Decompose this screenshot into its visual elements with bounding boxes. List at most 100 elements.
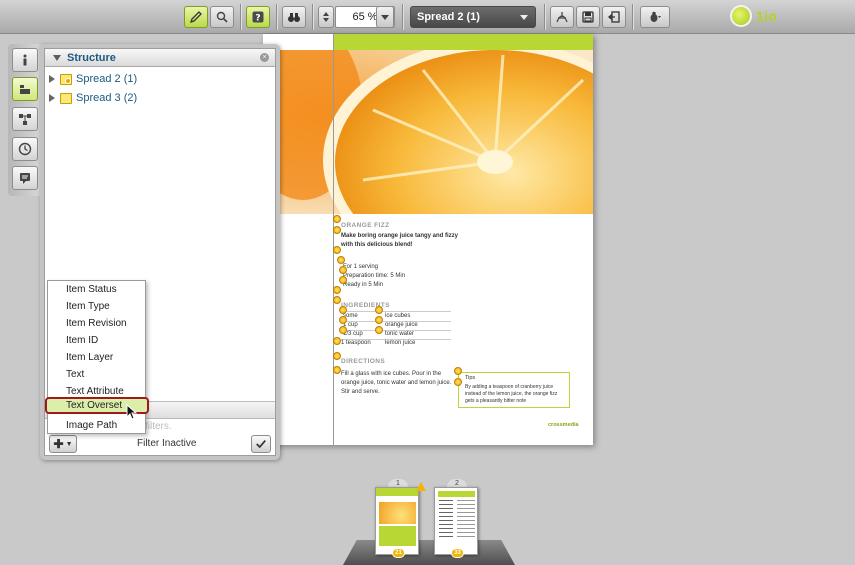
tab-history[interactable] (12, 137, 38, 161)
directions-title: DIRECTIONS (341, 358, 386, 365)
zoom-stepper[interactable] (318, 6, 334, 28)
folder-warning-icon (60, 73, 72, 85)
toolbar-separator (402, 4, 403, 30)
debug-menu-button[interactable] (640, 6, 670, 28)
toolbar-separator (544, 4, 545, 30)
chevron-down-icon (381, 15, 389, 20)
recipe-info-line: For 1 serving (343, 264, 379, 270)
tab-flow[interactable] (12, 107, 38, 131)
menu-item-item-revision[interactable]: Item Revision (48, 315, 145, 332)
edit-pencil-button[interactable] (184, 6, 208, 28)
flow-icon (19, 114, 31, 125)
overset-warning-icon[interactable] (333, 215, 341, 223)
zoom-dropdown-button[interactable] (376, 6, 394, 28)
overset-warning-icon[interactable] (375, 326, 383, 334)
binoculars-icon (288, 13, 300, 22)
filter-placeholder: filters. (145, 421, 172, 432)
orange-photo (263, 50, 593, 214)
menu-item-item-type[interactable]: Item Type (48, 298, 145, 315)
tab-comments[interactable] (12, 166, 38, 190)
footer-brand: crossmedia (548, 422, 579, 428)
thumbnail-text (439, 500, 453, 540)
tree-item-label: Spread 2 (1) (76, 73, 138, 85)
overset-warning-icon[interactable] (375, 316, 383, 324)
overset-warning-icon[interactable] (333, 286, 341, 294)
overset-warning-icon[interactable] (333, 296, 341, 304)
directions-line: orange juice, tonic water and lemon juic… (341, 380, 452, 386)
overset-warning-icon[interactable] (333, 246, 341, 254)
apply-filter-button[interactable] (251, 435, 271, 453)
overset-warning-icon[interactable] (339, 326, 347, 334)
overset-warning-icon[interactable] (337, 256, 345, 264)
tip-box[interactable]: Tips By adding a teaspoon of cranberry j… (458, 372, 570, 408)
tree-item-spread-3[interactable]: Spread 3 (2) (49, 90, 137, 106)
spread-thumbnail[interactable]: 33 (434, 487, 478, 558)
overset-warning-icon[interactable] (333, 226, 341, 234)
collapse-triangle-icon[interactable] (53, 54, 61, 61)
tab-info[interactable] (12, 48, 38, 72)
side-tab-bar (8, 44, 42, 196)
spread-select[interactable]: Spread 2 (1) (410, 6, 536, 28)
overset-warning-icon[interactable] (339, 276, 347, 284)
zoom-value: 65 % (352, 11, 378, 23)
toolbar: ? 65 % Spread 2 (1) 1io (0, 0, 855, 34)
overset-warning-icon[interactable] (339, 316, 347, 324)
find-button[interactable] (282, 6, 306, 28)
overset-warning-icon[interactable] (333, 352, 341, 360)
tip-line: By adding a teaspoon of cranberry juice (465, 384, 554, 390)
recipe-title: ORANGE FIZZ (341, 222, 390, 229)
panel-title: Structure (67, 51, 116, 64)
ingredient-item: orange juice (385, 322, 418, 328)
menu-item-item-status[interactable]: Item Status (48, 281, 145, 298)
menu-item-item-id[interactable]: Item ID (48, 332, 145, 349)
bug-icon (650, 11, 661, 22)
table-rule (341, 311, 451, 312)
close-icon[interactable]: × (260, 53, 269, 62)
stepper-arrows-icon (323, 12, 329, 22)
svg-text:?: ? (255, 14, 260, 24)
document-page[interactable]: ORANGE FIZZ Make boring orange juice tan… (263, 34, 593, 445)
tip-line: gets a pleasantly bitter note (465, 398, 527, 404)
zoom-tool-button[interactable] (210, 6, 234, 28)
expand-caret-icon[interactable] (49, 75, 55, 83)
menu-item-text[interactable]: Text (48, 366, 145, 383)
structure-panel-header[interactable]: Structure × (45, 49, 275, 67)
chevron-down-icon: ▼ (65, 440, 73, 448)
spread-select-value: Spread 2 (1) (417, 11, 480, 23)
overset-warning-icon[interactable] (339, 306, 347, 314)
thumbnail-text (457, 500, 475, 540)
recipe-subtitle-line: Make boring orange juice tangy and fizzy (341, 233, 459, 239)
chevron-down-icon (520, 15, 528, 20)
overset-warning-icon[interactable] (333, 337, 341, 345)
menu-item-item-layer[interactable]: Item Layer (48, 349, 145, 366)
thumbnail-block (379, 526, 416, 546)
filter-status: Filter Inactive (137, 438, 197, 449)
recipe-info-line: Preparation time: 5 Min (343, 273, 406, 279)
thumbnail-block (438, 491, 475, 497)
structure-icon (20, 85, 30, 94)
overset-warning-icon[interactable] (375, 306, 383, 314)
overset-warning-icon[interactable] (339, 266, 347, 274)
spread-thumbnail[interactable]: 21 (375, 487, 419, 558)
tip-line: instead of the lemon juice, the orange f… (465, 391, 558, 397)
toolbar-separator (240, 4, 241, 30)
overset-warning-icon[interactable] (454, 378, 462, 386)
save-button[interactable] (576, 6, 600, 28)
directions-line: Fill a glass with ice cubes. Pour in the (341, 371, 442, 377)
magnifier-icon (216, 11, 228, 23)
export-pdf-button[interactable] (550, 6, 574, 28)
tree-item-spread-2[interactable]: Spread 2 (1) (49, 71, 137, 87)
overset-warning-icon[interactable] (333, 366, 341, 374)
add-filter-button[interactable]: ✚ ▼ (49, 435, 77, 453)
exit-button[interactable] (602, 6, 626, 28)
orange-slice-image (263, 50, 593, 214)
expand-caret-icon[interactable] (49, 94, 55, 102)
tab-structure[interactable] (12, 77, 38, 101)
overset-warning-icon[interactable] (454, 367, 462, 375)
spread-shelf (343, 540, 515, 565)
help-button[interactable]: ? (246, 6, 270, 28)
ingredient-item: tonic water (385, 331, 415, 337)
toolbar-separator (276, 4, 277, 30)
panel-footer: ✚ ▼ Filter Inactive (45, 433, 275, 455)
checkmark-icon (256, 440, 266, 449)
